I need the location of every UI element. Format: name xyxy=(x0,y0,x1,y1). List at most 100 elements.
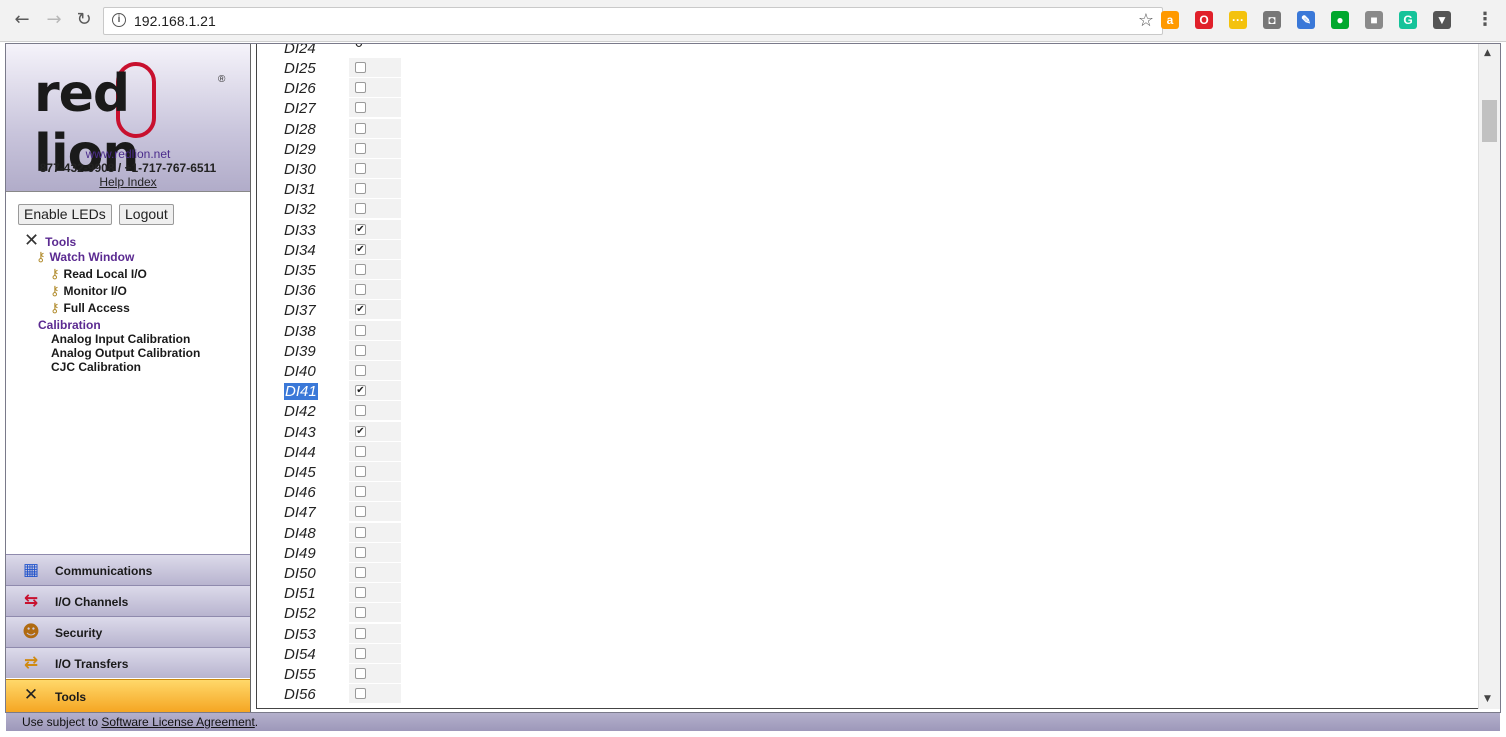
scroll-thumb[interactable] xyxy=(1482,100,1497,142)
channel-label: DI30 xyxy=(284,161,316,178)
channel-checkbox[interactable] xyxy=(355,142,366,154)
pocket-icon[interactable]: ▼ xyxy=(1433,11,1451,29)
browser-toolbar: ← → ↻ i 192.168.1.21 ☆ a O ··· ◘ ✎ ● ■ G ▼ ⋮ xyxy=(0,0,1506,42)
channel-checkbox[interactable] xyxy=(355,183,366,195)
nav-tools[interactable]: ✕ Tools xyxy=(6,679,250,712)
channel-checkbox[interactable] xyxy=(355,627,366,639)
channel-checkbox[interactable] xyxy=(355,62,366,73)
grammarly-icon[interactable]: G xyxy=(1399,11,1417,29)
tree-item-tools[interactable]: ✕ Tools xyxy=(24,230,76,251)
channel-checkbox[interactable] xyxy=(355,102,366,114)
channel-checkbox[interactable] xyxy=(355,82,366,94)
shield-ext-icon[interactable]: ◘ xyxy=(1263,11,1281,29)
io-transfers-icon: ⇄ xyxy=(23,653,39,673)
channel-label: DI42 xyxy=(284,403,316,421)
channel-checkbox[interactable] xyxy=(355,344,366,356)
channel-checkbox[interactable] xyxy=(355,526,366,538)
channel-checkbox[interactable] xyxy=(355,466,366,477)
channel-label: DI44 xyxy=(284,443,316,461)
nav-io-channels[interactable]: ⇆ I/O Channels xyxy=(6,585,250,616)
channel-value: 0 xyxy=(355,44,363,50)
channel-checkbox[interactable]: ✔ xyxy=(355,304,366,316)
channel-checkbox[interactable] xyxy=(355,668,366,679)
security-icon: ☻ xyxy=(22,622,40,642)
vertical-scrollbar[interactable]: ▲ ▼ xyxy=(1478,44,1500,709)
channel-checkbox[interactable] xyxy=(355,546,366,558)
channel-label: DI27 xyxy=(284,100,316,118)
info-icon[interactable]: i xyxy=(112,13,126,27)
channel-checkbox[interactable]: ✔ xyxy=(355,223,366,235)
enable-leds-button[interactable]: Enable LEDs xyxy=(18,204,112,225)
evernote-icon[interactable]: ● xyxy=(1331,11,1349,29)
phone-number: 877-432-9908 / +1-717-767-6511 xyxy=(39,161,217,175)
channel-checkbox[interactable]: ✔ xyxy=(355,385,366,397)
channel-label: DI32 xyxy=(284,201,316,219)
scroll-up-icon[interactable]: ▲ xyxy=(1484,48,1491,58)
tree-item-cjc-calibration[interactable]: CJC Calibration xyxy=(51,360,141,374)
channel-checkbox[interactable] xyxy=(355,264,366,275)
logo-panel: red lion ® www.redlion.net 877-432-9908 … xyxy=(6,44,250,192)
channel-checkbox[interactable] xyxy=(355,284,366,296)
forward-icon[interactable]: → xyxy=(44,10,64,30)
scroll-down-icon[interactable]: ▼ xyxy=(1484,694,1491,704)
channel-checkbox[interactable] xyxy=(355,647,366,659)
channel-checkbox[interactable] xyxy=(355,506,366,518)
channel-label: DI51 xyxy=(284,585,316,603)
tree-item-watch-window[interactable]: ⚷ Watch Window xyxy=(36,250,134,265)
channel-checkbox[interactable] xyxy=(355,567,366,578)
tree-item-full-access[interactable]: ⚷ Full Access xyxy=(50,301,130,316)
channel-checkbox[interactable]: ✔ xyxy=(355,425,366,437)
channel-checkbox[interactable] xyxy=(355,486,366,498)
registered-mark: ® xyxy=(218,74,226,85)
channel-checkbox[interactable] xyxy=(355,324,366,336)
channel-checkbox[interactable] xyxy=(355,607,366,619)
tree-item-analog-input-calibration[interactable]: Analog Input Calibration xyxy=(51,332,190,346)
channel-label: DI47 xyxy=(284,504,316,522)
channel-label: DI49 xyxy=(284,544,316,562)
key-icon: ⚷ xyxy=(50,284,60,299)
amazon-icon[interactable]: a xyxy=(1161,11,1179,29)
channel-label: DI53 xyxy=(284,625,316,643)
channel-label: DI52 xyxy=(284,605,316,623)
tree-item-analog-output-calibration[interactable]: Analog Output Calibration xyxy=(51,346,200,360)
key-icon: ⚷ xyxy=(50,267,60,282)
channel-checkbox[interactable] xyxy=(355,688,366,700)
help-index-link[interactable]: Help Index xyxy=(6,175,250,189)
channel-label: DI37 xyxy=(284,302,316,320)
channel-label: DI36 xyxy=(284,282,316,300)
channel-checkbox[interactable] xyxy=(355,122,366,134)
channel-checkbox[interactable] xyxy=(355,163,366,174)
channel-checkbox[interactable]: ✔ xyxy=(355,243,366,255)
channel-checkbox[interactable] xyxy=(355,365,366,376)
website-link[interactable]: www.redlion.net xyxy=(6,147,250,161)
channel-label: DI56 xyxy=(284,686,316,704)
address-bar[interactable]: i 192.168.1.21 ☆ xyxy=(103,7,1163,35)
tree-item-read-local-io[interactable]: ⚷ Read Local I/O xyxy=(50,267,147,282)
nav-security[interactable]: ☻ Security xyxy=(6,616,250,647)
tree-item-monitor-io[interactable]: ⚷ Monitor I/O xyxy=(50,284,127,299)
tree-item-calibration[interactable]: Calibration xyxy=(38,318,101,332)
channel-checkbox[interactable] xyxy=(355,445,366,457)
nav-io-transfers[interactable]: ⇄ I/O Transfers xyxy=(6,647,250,678)
bookmark-star-icon[interactable]: ☆ xyxy=(1138,10,1154,31)
back-icon[interactable]: ← xyxy=(12,10,32,30)
reload-icon[interactable]: ↻ xyxy=(74,10,94,30)
opera-icon[interactable]: O xyxy=(1195,11,1213,29)
key-icon: ⚷ xyxy=(36,250,46,265)
pencil-ext-icon[interactable]: ✎ xyxy=(1297,11,1315,29)
channel-label: DI34 xyxy=(284,241,316,259)
license-link[interactable]: Software License Agreement xyxy=(101,715,254,729)
channel-label: DI24 xyxy=(284,44,316,57)
notes-icon[interactable]: ··· xyxy=(1229,11,1247,29)
nav-communications[interactable]: ▦ Communications xyxy=(6,554,250,585)
channel-checkbox[interactable] xyxy=(355,203,366,215)
channel-label: DI38 xyxy=(284,322,316,340)
square-ext-icon[interactable]: ■ xyxy=(1365,11,1383,29)
channel-label: DI40 xyxy=(284,363,316,380)
channel-checkbox[interactable] xyxy=(355,405,366,417)
footer-suffix: . xyxy=(254,715,259,729)
tools-icon: ✕ xyxy=(23,685,39,705)
browser-menu-icon[interactable]: ⋮ xyxy=(1476,9,1494,30)
channel-checkbox[interactable] xyxy=(355,587,366,599)
logout-button[interactable]: Logout xyxy=(119,204,174,225)
